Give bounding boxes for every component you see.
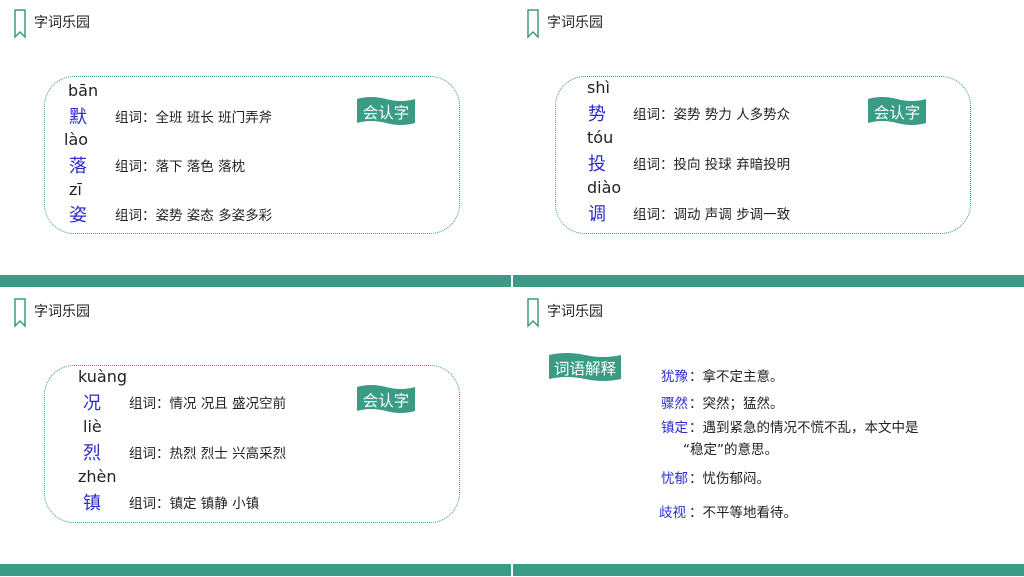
pinyin: zhèn — [78, 467, 117, 486]
term: 忧郁 — [661, 471, 688, 487]
badge-label: 会认字 — [362, 104, 410, 122]
footer-band — [0, 275, 511, 287]
word-list: 组词：全班 班长 班门弄斧 — [115, 110, 273, 126]
badge-recognize: 会认字 — [868, 96, 926, 126]
slide-title: 字词乐园 — [34, 304, 90, 320]
badge-label: 词语解释 — [553, 360, 616, 378]
hanzi: 投 — [588, 154, 606, 175]
slide-title: 字词乐园 — [547, 15, 603, 31]
pinyin: zī — [69, 180, 82, 199]
definition: ：拿不定主意。 — [689, 369, 784, 385]
footer-band — [0, 564, 511, 576]
slide-panel-1[interactable]: 字词乐园 bān 默 组词：全班 班长 班门弄斧 lào 落 组词：落下 落色 … — [0, 0, 511, 287]
hanzi: 姿 — [69, 205, 87, 226]
slide-panel-3[interactable]: 字词乐园 kuàng 况 组词：情况 况且 盛况空前 liè 烈 组词：热烈 烈… — [0, 289, 511, 576]
bookmark-icon — [527, 9, 539, 39]
bookmark-icon — [14, 298, 26, 328]
pinyin: lào — [64, 130, 89, 149]
pinyin: tóu — [587, 128, 614, 147]
term: 镇定 — [661, 420, 688, 436]
definition: ：不平等地看待。 — [689, 505, 797, 521]
slide-title: 字词乐园 — [547, 304, 603, 320]
badge-recognize: 会认字 — [357, 384, 415, 414]
footer-band — [513, 564, 1024, 576]
word-list: 组词：落下 落色 落枕 — [115, 159, 246, 175]
badge-word-meaning: 词语解释 — [549, 352, 621, 382]
hanzi: 默 — [69, 107, 87, 128]
slide-panel-2[interactable]: 字词乐园 shì 势 组词：姿势 势力 人多势众 tóu 投 组词：投向 投球 … — [513, 0, 1024, 287]
term: 骤然 — [661, 396, 688, 412]
term: 歧视 — [659, 505, 686, 521]
word-list: 组词：姿势 姿态 多姿多彩 — [115, 208, 273, 224]
badge-recognize: 会认字 — [357, 96, 415, 126]
term: 犹豫 — [661, 369, 688, 385]
badge-label: 会认字 — [873, 104, 921, 122]
definition-continued: “稳定”的意思。 — [683, 442, 778, 458]
hanzi: 烈 — [83, 443, 101, 464]
slide-panel-4[interactable]: 字词乐园 词语解释 犹豫 ：拿不定主意。 骤然 ：突然；猛然。 镇定 ：遇到紧急… — [513, 289, 1024, 576]
word-list: 组词：情况 况且 盛况空前 — [129, 396, 287, 412]
bookmark-icon — [14, 9, 26, 39]
badge-label: 会认字 — [362, 392, 410, 410]
hanzi: 况 — [83, 393, 101, 414]
pinyin: kuàng — [78, 367, 128, 386]
footer-band — [513, 275, 1024, 287]
pinyin: diào — [587, 178, 622, 197]
word-list: 组词：姿势 势力 人多势众 — [633, 107, 791, 123]
hanzi: 镇 — [83, 493, 101, 514]
pinyin: liè — [83, 417, 102, 436]
definition: ：遇到紧急的情况不慌不乱，本文中是 — [689, 420, 919, 436]
definition: ：突然；猛然。 — [689, 396, 784, 412]
word-list: 组词：调动 声调 步调一致 — [633, 207, 791, 223]
hanzi: 势 — [588, 104, 606, 125]
definition: ：忧伤郁闷。 — [689, 471, 770, 487]
word-list: 组词：热烈 烈士 兴高采烈 — [129, 446, 287, 462]
word-list: 组词：镇定 镇静 小镇 — [129, 496, 260, 512]
slide-title: 字词乐园 — [34, 15, 90, 31]
pinyin: bān — [68, 81, 99, 100]
hanzi: 落 — [69, 156, 87, 177]
pinyin: shì — [587, 78, 610, 97]
hanzi: 调 — [588, 204, 606, 225]
word-list: 组词：投向 投球 弃暗投明 — [633, 157, 791, 173]
bookmark-icon — [527, 298, 539, 328]
